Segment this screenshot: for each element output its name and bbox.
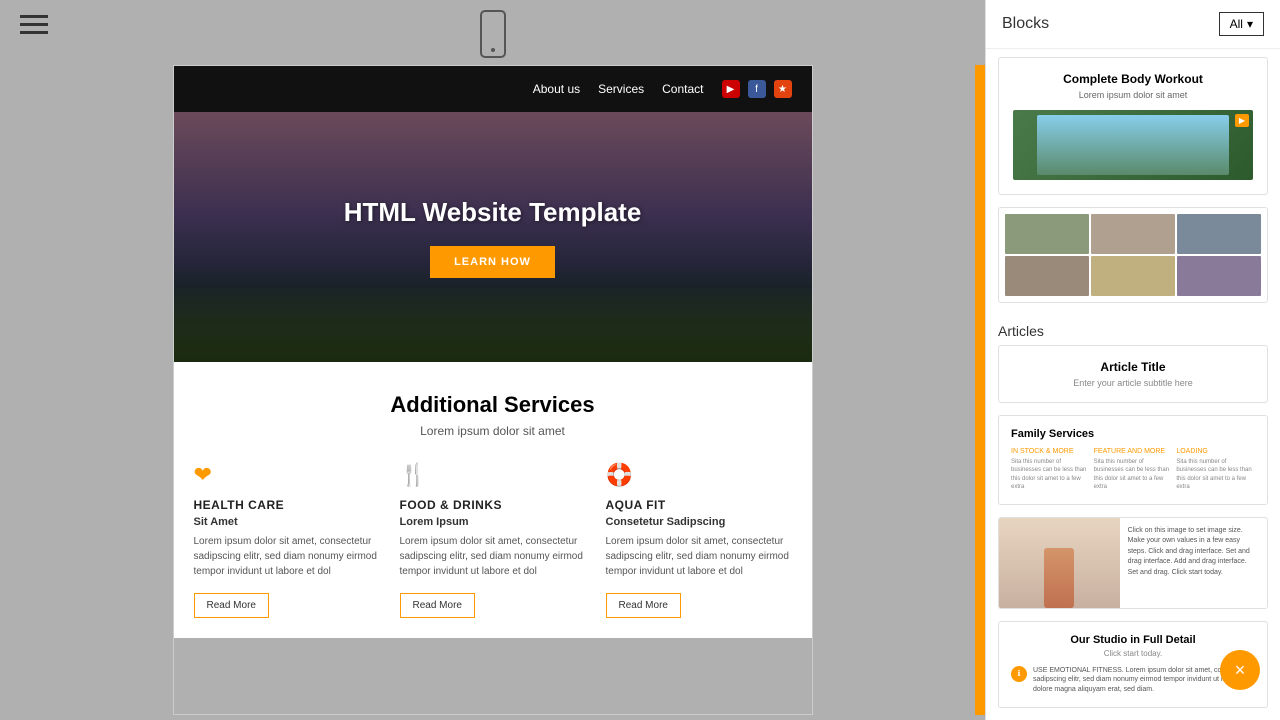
studio-card-title: Our Studio in Full Detail — [1011, 634, 1255, 646]
nav-bar: About us Services Contact ▶ f ★ — [174, 66, 812, 112]
gallery-thumb-2 — [1091, 214, 1175, 254]
healthcare-sub: Sit Amet — [194, 516, 380, 528]
block-card-family-services[interactable]: Family Services IN STOCK & MORE Sita thi… — [998, 415, 1268, 505]
family-col-2: FEATURE AND MORE Sita this number of bus… — [1094, 448, 1173, 492]
family-col-3: LOADING Sita this number of businesses c… — [1176, 448, 1255, 492]
services-title: Additional Services — [194, 392, 792, 418]
aquafit-title: AQUA FIT — [606, 498, 792, 512]
blocks-panel-title: Blocks — [1002, 15, 1049, 33]
youtube-icon[interactable]: ▶ — [722, 80, 740, 98]
family-col-2-text: Sita this number of businesses can be le… — [1094, 458, 1173, 492]
family-col-1: IN STOCK & MORE Sita this number of busi… — [1011, 448, 1090, 492]
close-button[interactable]: × — [1220, 650, 1260, 690]
gallery-thumb-4 — [1005, 256, 1089, 296]
healthcare-icon: ❤ — [194, 462, 380, 488]
yoga-text: Click on this image to set image size. M… — [1120, 518, 1267, 608]
service-card-aquafit: 🛟 AQUA FIT Consetetur Sadipscing Lorem i… — [606, 462, 792, 618]
food-read-more[interactable]: Read More — [400, 593, 475, 618]
block-card-yoga[interactable]: Click on this image to set image size. M… — [998, 517, 1268, 609]
learn-how-button[interactable]: LEARN HOW — [430, 246, 555, 278]
studio-circle-icon: ℹ — [1011, 666, 1027, 682]
food-icon: 🍴 — [400, 462, 586, 488]
food-title: FOOD & DRINKS — [400, 498, 586, 512]
family-card-title: Family Services — [1011, 428, 1255, 440]
all-dropdown-label: All — [1230, 17, 1243, 31]
workout-image-inner — [1037, 115, 1229, 175]
services-subtitle: Lorem ipsum dolor sit amet — [194, 424, 792, 438]
block-card-workout[interactable]: Complete Body Workout Lorem ipsum dolor … — [998, 57, 1268, 195]
yoga-person-figure — [1044, 548, 1074, 608]
family-card-grid: IN STOCK & MORE Sita this number of busi… — [1011, 448, 1255, 492]
gallery-thumb-5 — [1091, 256, 1175, 296]
all-dropdown-button[interactable]: All ▾ — [1219, 12, 1264, 36]
mobile-preview-button[interactable] — [480, 10, 506, 58]
healthcare-desc: Lorem ipsum dolor sit amet, consectetur … — [194, 534, 380, 579]
article-card-content: Article Title Enter your article subtitl… — [999, 346, 1267, 402]
healthcare-read-more[interactable]: Read More — [194, 593, 269, 618]
nav-link-services[interactable]: Services — [598, 82, 644, 96]
block-card-gallery[interactable] — [998, 207, 1268, 303]
workout-card-title: Complete Body Workout — [1013, 72, 1253, 86]
social-other-icon[interactable]: ★ — [774, 80, 792, 98]
family-col-3-text: Sita this number of businesses can be le… — [1176, 458, 1255, 492]
hero-title: HTML Website Template — [344, 197, 642, 228]
blocks-header: Blocks All ▾ — [986, 0, 1280, 49]
service-card-healthcare: ❤ HEALTH CARE Sit Amet Lorem ipsum dolor… — [194, 462, 380, 618]
resize-handle[interactable] — [975, 65, 985, 715]
phone-icon — [480, 10, 506, 58]
aquafit-desc: Lorem ipsum dolor sit amet, consectetur … — [606, 534, 792, 579]
play-badge: ▶ — [1235, 114, 1249, 127]
gallery-thumb-1 — [1005, 214, 1089, 254]
facebook-icon[interactable]: f — [748, 80, 766, 98]
services-grid: ❤ HEALTH CARE Sit Amet Lorem ipsum dolor… — [194, 462, 792, 618]
nav-link-about[interactable]: About us — [533, 82, 580, 96]
website-preview: About us Services Contact ▶ f ★ HTML Web… — [173, 65, 813, 715]
food-desc: Lorem ipsum dolor sit amet, consectetur … — [400, 534, 586, 579]
studio-card-subtitle: Click start today. — [1011, 649, 1255, 658]
nav-link-contact[interactable]: Contact — [662, 82, 703, 96]
block-card-article[interactable]: Article Title Enter your article subtitl… — [998, 345, 1268, 403]
gallery-thumb-6 — [1177, 256, 1261, 296]
aquafit-read-more[interactable]: Read More — [606, 593, 681, 618]
services-section: Additional Services Lorem ipsum dolor si… — [174, 362, 812, 638]
yoga-image — [999, 518, 1120, 608]
dropdown-chevron-icon: ▾ — [1247, 17, 1253, 31]
articles-section-label: Articles — [998, 315, 1268, 345]
family-col-1-text: Sita this number of businesses can be le… — [1011, 458, 1090, 492]
editor-area: About us Services Contact ▶ f ★ HTML Web… — [0, 0, 985, 720]
blocks-panel: Blocks All ▾ Complete Body Workout Lorem… — [985, 0, 1280, 720]
family-col-3-header: LOADING — [1176, 448, 1255, 455]
article-card-title: Article Title — [1013, 360, 1253, 374]
article-card-subtitle: Enter your article subtitle here — [1013, 378, 1253, 388]
workout-card-subtitle: Lorem ipsum dolor sit amet — [1013, 90, 1253, 100]
blocks-list: Complete Body Workout Lorem ipsum dolor … — [986, 49, 1280, 720]
family-col-1-header: IN STOCK & MORE — [1011, 448, 1090, 455]
yoga-card-content: Click on this image to set image size. M… — [999, 518, 1267, 608]
family-col-2-header: FEATURE AND MORE — [1094, 448, 1173, 455]
service-card-food: 🍴 FOOD & DRINKS Lorem Ipsum Lorem ipsum … — [400, 462, 586, 618]
aquafit-icon: 🛟 — [606, 462, 792, 488]
social-links: ▶ f ★ — [722, 80, 792, 98]
gallery-thumb-3 — [1177, 214, 1261, 254]
workout-card-image: ▶ — [1013, 110, 1253, 180]
gallery-grid — [999, 208, 1267, 302]
food-sub: Lorem Ipsum — [400, 516, 586, 528]
hero-section: HTML Website Template LEARN HOW — [174, 112, 812, 362]
family-card-content: Family Services IN STOCK & MORE Sita thi… — [999, 416, 1267, 504]
studio-card-body: ℹ USE EMOTIONAL FITNESS. Lorem ipsum dol… — [1011, 666, 1255, 695]
aquafit-sub: Consetetur Sadipscing — [606, 516, 792, 528]
healthcare-title: HEALTH CARE — [194, 498, 380, 512]
hamburger-menu[interactable] — [20, 15, 48, 34]
